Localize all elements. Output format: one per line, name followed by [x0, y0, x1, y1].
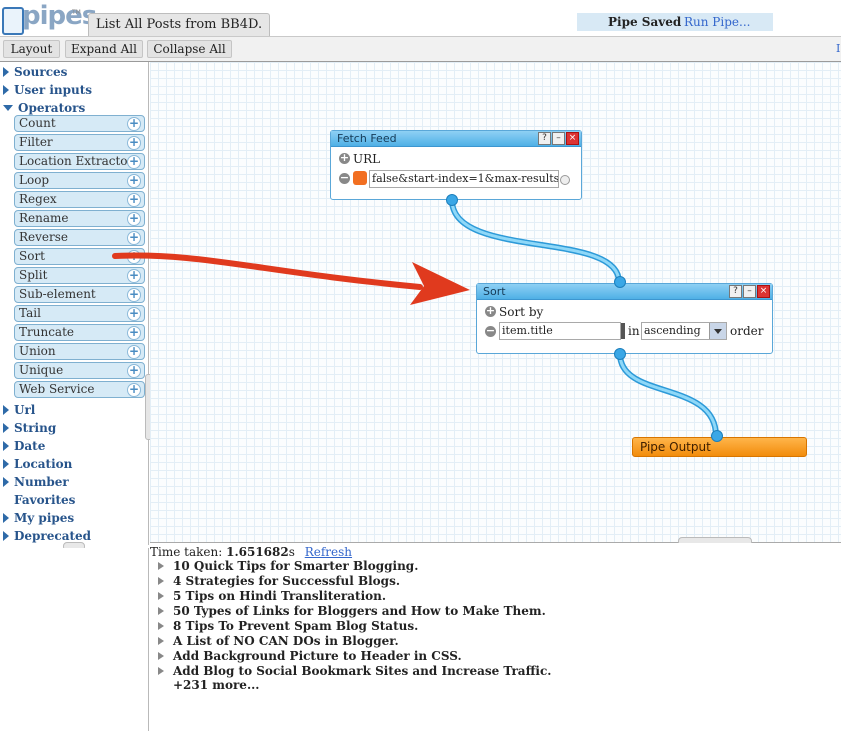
sort-module[interactable]: Sort ? – × + Sort by − item.title in ascen…	[476, 283, 773, 354]
time-taken-line: Time taken: 1.651682s Refresh	[150, 545, 352, 559]
annotation-arrow-shaft	[112, 252, 423, 290]
result-title: 50 Types of Links for Bloggers and How t…	[173, 604, 546, 618]
sort-order-value: ascending	[644, 324, 701, 337]
result-item[interactable]: 4 Strategies for Successful Blogs.	[158, 574, 400, 589]
in-label: in	[628, 324, 640, 338]
expand-arrow-icon[interactable]	[158, 622, 164, 630]
result-item[interactable]: 10 Quick Tips for Smarter Blogging.	[158, 559, 418, 574]
add-field-icon[interactable]: +	[339, 152, 350, 164]
expand-arrow-icon[interactable]	[158, 577, 164, 585]
expand-arrow-icon[interactable]	[158, 652, 164, 660]
remove-sort-key-icon[interactable]: −	[485, 325, 496, 337]
minimize-icon[interactable]: –	[743, 285, 756, 298]
time-taken-value: 1.651682	[226, 545, 289, 559]
field-terminal-icon[interactable]	[621, 323, 625, 339]
expand-arrow-icon[interactable]	[158, 562, 164, 570]
wire-fetch-to-sort	[449, 199, 622, 283]
annotation-arrow-head	[410, 262, 470, 305]
result-title: 5 Tips on Hindi Transliteration.	[173, 589, 387, 603]
help-icon[interactable]: ?	[538, 132, 551, 145]
fetch-feed-module[interactable]: Fetch Feed ? – × + URL − false&start-index…	[330, 130, 582, 200]
url-label: URL	[353, 152, 381, 166]
result-title: 4 Strategies for Successful Blogs.	[173, 574, 400, 588]
expand-arrow-icon[interactable]	[158, 607, 164, 615]
close-icon[interactable]: ×	[566, 132, 579, 145]
add-sort-key-icon[interactable]: +	[485, 305, 496, 317]
result-title: A List of NO CAN DOs in Blogger.	[173, 634, 399, 648]
chevron-down-icon[interactable]	[709, 323, 726, 339]
result-item[interactable]: 8 Tips To Prevent Spam Blog Status.	[158, 619, 418, 634]
result-item[interactable]: 50 Types of Links for Bloggers and How t…	[158, 604, 546, 619]
sort-order-select[interactable]: ascending	[641, 322, 727, 340]
sort-titlebar[interactable]: Sort ? – ×	[477, 284, 772, 300]
close-icon[interactable]: ×	[757, 285, 770, 298]
remove-field-icon[interactable]: −	[339, 172, 350, 184]
result-title: 10 Quick Tips for Smarter Blogging.	[173, 559, 419, 573]
help-icon[interactable]: ?	[729, 285, 742, 298]
expand-arrow-icon[interactable]	[158, 667, 164, 675]
order-label: order	[730, 324, 764, 338]
time-taken-unit: s	[288, 545, 295, 559]
fetch-feed-output-terminal[interactable]	[446, 194, 458, 206]
sort-by-label: Sort by	[499, 305, 544, 319]
url-input[interactable]: false&start-index=1&max-results=999	[369, 170, 559, 188]
expand-arrow-icon[interactable]	[158, 637, 164, 645]
result-item[interactable]: Add Blog to Social Bookmark Sites and In…	[158, 664, 551, 679]
blogger-icon	[353, 171, 367, 185]
pipe-output-input-terminal[interactable]	[711, 430, 723, 442]
sort-input-terminal[interactable]	[614, 276, 626, 288]
result-item[interactable]: A List of NO CAN DOs in Blogger.	[158, 634, 399, 649]
result-title: Add Blog to Social Bookmark Sites and In…	[173, 664, 552, 678]
expand-arrow-icon[interactable]	[158, 592, 164, 600]
minimize-icon[interactable]: –	[552, 132, 565, 145]
url-terminal-icon[interactable]	[560, 175, 570, 185]
sort-output-terminal[interactable]	[614, 348, 626, 360]
fetch-feed-titlebar[interactable]: Fetch Feed ? – ×	[331, 131, 581, 147]
fetch-feed-title: Fetch Feed	[337, 132, 397, 145]
result-item[interactable]: Add Background Picture to Header in CSS.	[158, 649, 462, 664]
sort-field-input[interactable]: item.title	[499, 322, 621, 340]
refresh-link[interactable]: Refresh	[305, 545, 352, 559]
more-results-link[interactable]: +231 more...	[173, 678, 259, 692]
result-title: Add Background Picture to Header in CSS.	[173, 649, 462, 663]
wire-sort-to-output	[617, 353, 719, 437]
result-item[interactable]: 5 Tips on Hindi Transliteration.	[158, 589, 386, 604]
time-taken-label: Time taken:	[150, 545, 223, 559]
wire-sort-to-output-highlight	[618, 353, 718, 437]
sort-title: Sort	[483, 285, 506, 298]
result-title: 8 Tips To Prevent Spam Blog Status.	[173, 619, 419, 633]
